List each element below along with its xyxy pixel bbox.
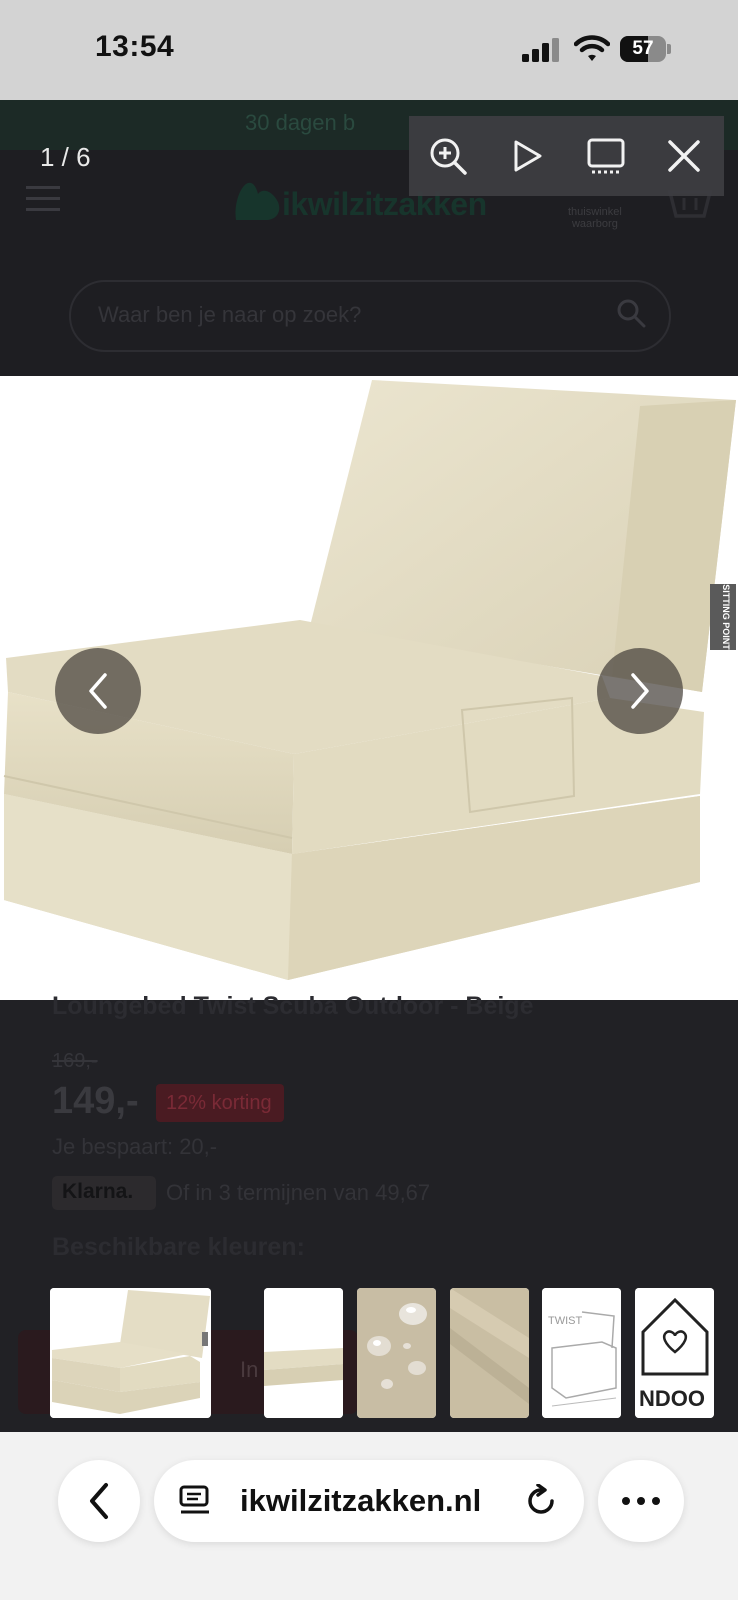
thumbnail-1[interactable] <box>50 1288 211 1418</box>
reader-mode-icon[interactable] <box>178 1484 212 1518</box>
search-icon[interactable] <box>616 298 646 328</box>
browser-back-button[interactable] <box>58 1460 140 1542</box>
trust-badge: thuiswinkel waarborg <box>568 206 622 230</box>
zoom-in-button[interactable] <box>420 128 476 184</box>
thumbnail-2[interactable] <box>264 1288 343 1418</box>
chevron-left-icon <box>90 1483 108 1519</box>
old-price: 169,- <box>52 1050 98 1072</box>
thumbnail-4[interactable] <box>450 1288 529 1418</box>
more-dots-icon <box>622 1497 660 1505</box>
battery-icon: 57 <box>620 36 672 62</box>
slide-counter: 1 / 6 <box>40 142 91 172</box>
status-time: 13:54 <box>95 30 175 63</box>
fullscreen-button[interactable] <box>578 128 634 184</box>
brand-tag: SITTING POINT <box>721 584 731 650</box>
thumbnail-fabric-detail-image <box>450 1288 529 1418</box>
zoom-in-icon <box>430 138 467 175</box>
wifi-icon <box>574 35 610 61</box>
cellular-signal-icon <box>522 38 559 62</box>
discount-text: 12% korting <box>166 1092 272 1114</box>
installments-text: Of in 3 termijnen van 49,67 <box>166 1180 431 1205</box>
chevron-right-icon <box>631 673 649 709</box>
thumbnail-dimensions-image: TWIST <box>542 1288 621 1418</box>
search-placeholder: Waar ben je naar op zoek? <box>98 302 362 327</box>
fullscreen-icon <box>587 138 625 174</box>
thumbnail-5[interactable]: TWIST <box>542 1288 621 1418</box>
more-options-button[interactable] <box>598 1460 684 1542</box>
add-to-cart-label: In <box>240 1357 259 1382</box>
battery-level: 57 <box>632 38 654 59</box>
thumbnail-chair-image <box>50 1288 211 1418</box>
next-image-button[interactable] <box>597 648 683 734</box>
close-icon <box>668 140 700 172</box>
thumbnail-flat-bed-image <box>264 1288 343 1418</box>
url-text[interactable]: ikwilzitzakken.nl <box>240 1483 481 1519</box>
current-price: 149,- <box>52 1080 139 1122</box>
product-title: Loungebed Twist Scuba Outdoor - Beige <box>52 992 534 1020</box>
thumbnail-indoor-label: NDOO <box>639 1386 705 1411</box>
slideshow-play-button[interactable] <box>498 128 554 184</box>
thumbnail-3[interactable] <box>357 1288 436 1418</box>
logo-icon[interactable] <box>232 178 282 224</box>
thumbnail-water-drops-image <box>357 1288 436 1418</box>
previous-image-button[interactable] <box>55 648 141 734</box>
thumbnail-twist-label: TWIST <box>548 1315 582 1327</box>
close-lightbox-button[interactable] <box>656 128 712 184</box>
play-icon <box>514 140 542 172</box>
colors-label: Beschikbare kleuren: <box>52 1233 305 1261</box>
menu-icon[interactable] <box>26 184 60 214</box>
chevron-left-icon <box>89 673 107 709</box>
thumbnail-indoor-logo-image: NDOO <box>635 1288 714 1418</box>
savings-text: Je bespaart: 20,- <box>52 1134 218 1159</box>
promo-text: 30 dagen b <box>245 110 356 135</box>
reload-icon[interactable] <box>524 1484 558 1518</box>
thumbnail-6[interactable]: NDOO <box>635 1288 714 1418</box>
klarna-logo: Klarna. <box>62 1180 134 1203</box>
